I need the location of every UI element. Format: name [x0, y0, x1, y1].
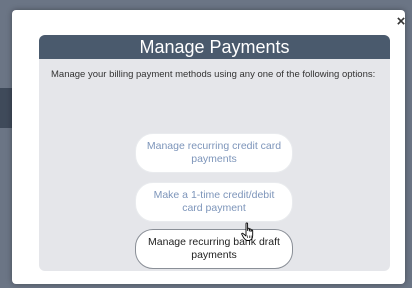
one-time-card-payment-button[interactable]: Make a 1-time credit/debit card payment	[135, 182, 293, 222]
manage-payments-dialog: × Manage Payments Manage your billing pa…	[12, 10, 405, 284]
hand-pointer-icon	[241, 222, 254, 241]
payments-card: Manage Payments Manage your billing paym…	[39, 35, 390, 271]
dialog-title: Manage Payments	[39, 35, 390, 59]
recurring-credit-card-button[interactable]: Manage recurring credit card payments	[135, 133, 293, 173]
recurring-bank-draft-button[interactable]: Manage recurring bank draft payments	[135, 229, 293, 269]
close-icon[interactable]: ×	[393, 14, 409, 30]
dialog-description: Manage your billing payment methods usin…	[51, 69, 376, 80]
